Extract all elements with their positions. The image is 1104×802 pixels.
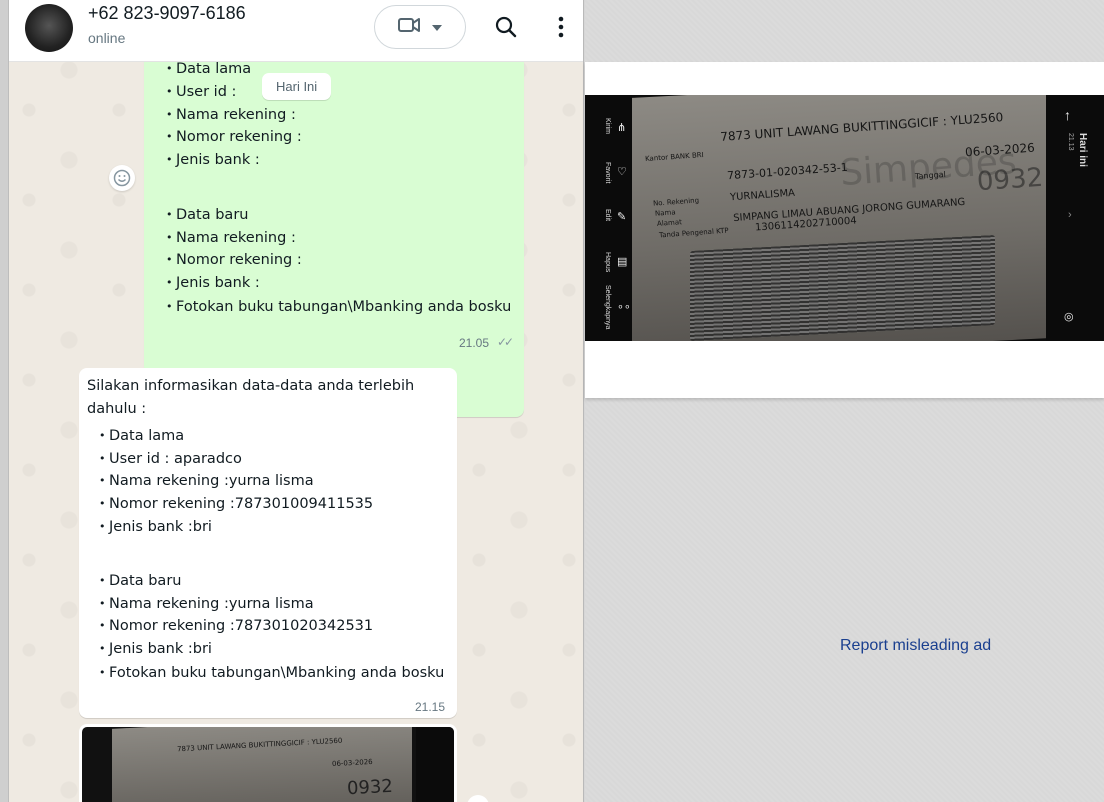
search-icon[interactable] xyxy=(491,12,521,42)
message-line: Silakan informasikan data-data anda terl… xyxy=(87,378,415,394)
back-arrow-icon[interactable]: ↑ xyxy=(1064,107,1071,123)
passbook-stamp xyxy=(690,235,995,341)
contact-avatar[interactable] xyxy=(25,4,73,52)
message-line: Nama rekening : xyxy=(166,230,296,246)
ad-photo[interactable]: 7873 UNIT LAWANG BUKITTINGGICIF : YLU256… xyxy=(585,95,1104,341)
message-line: Data baru xyxy=(99,573,181,589)
message-line: Jenis bank :bri xyxy=(99,641,212,657)
photo-thumbnail: 7873 UNIT LAWANG BUKITTINGGICIF : YLU256… xyxy=(82,727,454,802)
chat-header: +62 823-9097-6186 online xyxy=(9,0,583,62)
message-line: Nama rekening :yurna lisma xyxy=(99,596,314,612)
thumbnail-text: 0932 xyxy=(346,775,394,800)
passbook-big-number: 0932 xyxy=(976,162,1045,198)
message-line: User id : aparadco xyxy=(99,451,242,467)
left-window-edge xyxy=(0,0,9,802)
chevron-right-icon[interactable]: › xyxy=(1068,209,1072,221)
message-time: 21.05 xyxy=(459,336,490,350)
video-camera-icon xyxy=(398,17,420,38)
toolbar-label: Hapus xyxy=(604,252,611,273)
message-line: Jenis bank : xyxy=(166,152,260,168)
scroll-down-button[interactable] xyxy=(467,795,489,802)
outgoing-message[interactable]: Data lama User id : Nama rekening : Nomo… xyxy=(144,32,524,417)
message-time: 21.15 xyxy=(415,700,446,714)
toolbar-label: Edit xyxy=(604,209,611,222)
share-icon[interactable]: ⋔ xyxy=(617,121,626,134)
message-line: Nomor rekening :787301009411535 xyxy=(99,496,373,512)
ad-pane: 7873 UNIT LAWANG BUKITTINGGICIF : YLU256… xyxy=(585,0,1104,802)
video-call-button[interactable] xyxy=(374,5,466,49)
contact-name[interactable]: +62 823-9097-6186 xyxy=(88,3,246,24)
toolbar-label: Selengkapnya xyxy=(604,285,611,330)
toolbar-label: Kirim xyxy=(604,118,611,134)
message-line: dahulu : xyxy=(87,401,147,417)
message-line: Fotokan buku tabungan\Mbanking anda bosk… xyxy=(99,665,444,681)
passbook-label: Nama xyxy=(654,208,676,218)
edit-icon[interactable]: ✎ xyxy=(617,210,626,223)
message-line: Nomor rekening : xyxy=(166,252,302,268)
message-line: Fotokan buku tabungan\Mbanking anda bosk… xyxy=(166,299,511,315)
date-chip: Hari Ini xyxy=(262,73,332,100)
gallery-title: Hari ini xyxy=(1077,133,1088,167)
message-line: Jenis bank : xyxy=(166,275,260,291)
message-list[interactable]: Data lama User id : Nama rekening : Nomo… xyxy=(9,32,583,802)
ad-card[interactable]: 7873 UNIT LAWANG BUKITTINGGICIF : YLU256… xyxy=(585,62,1104,398)
message-line: User id : xyxy=(166,84,236,100)
toolbar-label: Favorit xyxy=(604,162,611,184)
whatsapp-chat-pane: +62 823-9097-6186 online Data lama User … xyxy=(9,0,584,802)
react-emoji-icon[interactable] xyxy=(109,165,135,191)
message-line: Nama rekening : xyxy=(166,107,296,123)
message-line: Jenis bank :bri xyxy=(99,519,212,535)
message-line: Nama rekening :yurna lisma xyxy=(99,473,314,489)
message-line: Nomor rekening :787301020342531 xyxy=(99,618,373,634)
more-options-icon[interactable] xyxy=(546,12,576,42)
report-misleading-ad-link[interactable]: Report misleading ad xyxy=(840,637,991,655)
read-receipt-icon: ✓✓ xyxy=(497,335,514,349)
incoming-message[interactable]: Silakan informasikan data-data anda terl… xyxy=(79,368,457,718)
image-message[interactable]: 7873 UNIT LAWANG BUKITTINGGICIF : YLU256… xyxy=(79,724,457,802)
delete-icon[interactable]: ▤ xyxy=(617,255,627,268)
message-line: Data lama xyxy=(166,61,251,77)
gallery-time: 21.13 xyxy=(1067,133,1074,151)
contact-status: online xyxy=(88,30,126,46)
chevron-down-icon xyxy=(432,18,442,36)
favorite-icon[interactable]: ♡ xyxy=(617,165,627,178)
gallery-right-toolbar: ↑ Hari ini 21.13 › ◎ xyxy=(1046,95,1104,341)
message-line: Data lama xyxy=(99,428,184,444)
more-icon[interactable]: ∘∘ xyxy=(617,300,631,313)
message-line: Data baru xyxy=(166,207,248,223)
message-line: Nomor rekening : xyxy=(166,129,302,145)
gallery-left-toolbar: ⋔ Kirim ♡ Favorit ✎ Edit ▤ Hapus ∘∘ Sele… xyxy=(585,95,632,341)
lens-icon[interactable]: ◎ xyxy=(1064,310,1074,323)
